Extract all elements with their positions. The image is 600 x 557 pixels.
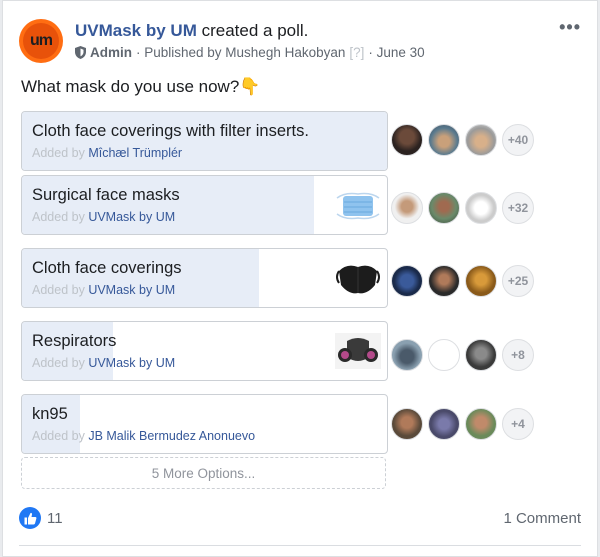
more-voters-count[interactable]: +32 (502, 192, 534, 224)
more-voters-count[interactable]: +40 (502, 124, 534, 156)
added-by-prefix: Added by (32, 356, 85, 370)
voter-avatar[interactable] (465, 265, 497, 297)
option-added-by: Added by UVMask by UM (32, 210, 175, 224)
voter-avatar[interactable] (428, 192, 460, 224)
post-action-text: created a poll. (201, 21, 309, 40)
added-by-user-link[interactable]: UVMask by UM (88, 210, 175, 224)
voter-avatar[interactable] (391, 408, 423, 440)
page-name-link[interactable]: UVMask by UM (75, 21, 197, 40)
more-voters-count[interactable]: +8 (502, 339, 534, 371)
voter-avatar[interactable] (465, 124, 497, 156)
added-by-user-link[interactable]: UVMask by UM (88, 283, 175, 297)
poll-post-card: um UVMask by UM created a poll. Admin · … (2, 0, 598, 557)
voter-avatar[interactable] (465, 192, 497, 224)
voter-avatars: +8 (391, 337, 534, 373)
added-by-prefix: Added by (32, 429, 85, 443)
poll-option[interactable]: Cloth face coverings with filter inserts… (21, 111, 388, 171)
option-label: kn95 (32, 405, 68, 423)
more-voters-count[interactable]: +4 (502, 408, 534, 440)
added-by-user-link[interactable]: UVMask by UM (88, 356, 175, 370)
more-options-icon[interactable]: ••• (559, 17, 581, 38)
more-options-button[interactable]: 5 More Options... (21, 457, 386, 489)
voter-avatar[interactable] (391, 339, 423, 371)
poll-option[interactable]: Respirators Added by UVMask by UM (21, 321, 388, 381)
more-voters-count[interactable]: +25 (502, 265, 534, 297)
added-by-user-link[interactable]: Mîchæl Trümplér (88, 146, 182, 160)
published-by-text[interactable]: · Published by Mushegh Hakobyan (136, 45, 345, 60)
poll-option[interactable]: kn95 Added by JB Malik Bermudez Anonuevo (21, 394, 388, 454)
option-label: Cloth face coverings (32, 259, 182, 277)
vote-share-bar (22, 249, 260, 307)
voter-avatars: +40 (391, 122, 534, 158)
voter-avatar[interactable] (465, 339, 497, 371)
vote-share-bar (22, 322, 114, 380)
post-date[interactable]: · June 30 (368, 45, 424, 60)
post-header: um UVMask by UM created a poll. Admin · … (19, 17, 581, 69)
voter-avatar[interactable] (428, 124, 460, 156)
added-by-prefix: Added by (32, 146, 85, 160)
option-label: Surgical face masks (32, 186, 180, 204)
voter-avatars: +4 (391, 406, 534, 442)
poll-option[interactable]: Cloth face coverings Added by UVMask by … (21, 248, 388, 308)
option-added-by: Added by UVMask by UM (32, 283, 175, 297)
admin-role-label: Admin (90, 45, 132, 60)
added-by-prefix: Added by (32, 283, 85, 297)
post-meta-line: Admin · Published by Mushegh Hakobyan [?… (75, 45, 425, 60)
cloth-mask-image (335, 255, 381, 301)
voter-avatars: +32 (391, 190, 534, 226)
voter-avatar[interactable] (428, 265, 460, 297)
voter-avatar[interactable] (428, 339, 460, 371)
voter-avatar[interactable] (391, 192, 423, 224)
option-label: Respirators (32, 332, 117, 350)
footer-divider (19, 545, 581, 546)
voter-avatars: +25 (391, 263, 534, 299)
option-added-by: Added by UVMask by UM (32, 356, 175, 370)
added-by-user-link[interactable]: JB Malik Bermudez Anonuevo (88, 429, 255, 443)
post-title-line: UVMask by UM created a poll. (75, 21, 308, 41)
option-label: Cloth face coverings with filter inserts… (32, 122, 309, 140)
option-added-by: Added by Mîchæl Trümplér (32, 146, 182, 160)
voter-avatar[interactable] (391, 124, 423, 156)
voter-avatar[interactable] (391, 265, 423, 297)
poll-question: What mask do you use now?👇 (21, 77, 261, 96)
vote-share-bar (22, 112, 387, 170)
shield-icon (75, 46, 86, 59)
vote-share-bar (22, 395, 81, 453)
surgical-mask-image (335, 182, 381, 228)
poll-option[interactable]: Surgical face masks Added by UVMask by U… (21, 175, 388, 235)
post-footer: 11 1 Comment (19, 507, 581, 533)
voter-avatar[interactable] (465, 408, 497, 440)
respirator-image (335, 328, 381, 374)
comment-count-link[interactable]: 1 Comment (503, 510, 581, 527)
help-link[interactable]: [?] (349, 45, 364, 60)
option-added-by: Added by JB Malik Bermudez Anonuevo (32, 429, 255, 443)
thumbs-up-icon[interactable] (19, 507, 41, 529)
voter-avatar[interactable] (428, 408, 460, 440)
page-avatar-logo: um (23, 23, 59, 59)
vote-share-bar (22, 176, 314, 234)
page-avatar[interactable]: um (19, 19, 63, 63)
like-count[interactable]: 11 (47, 510, 63, 527)
added-by-prefix: Added by (32, 210, 85, 224)
